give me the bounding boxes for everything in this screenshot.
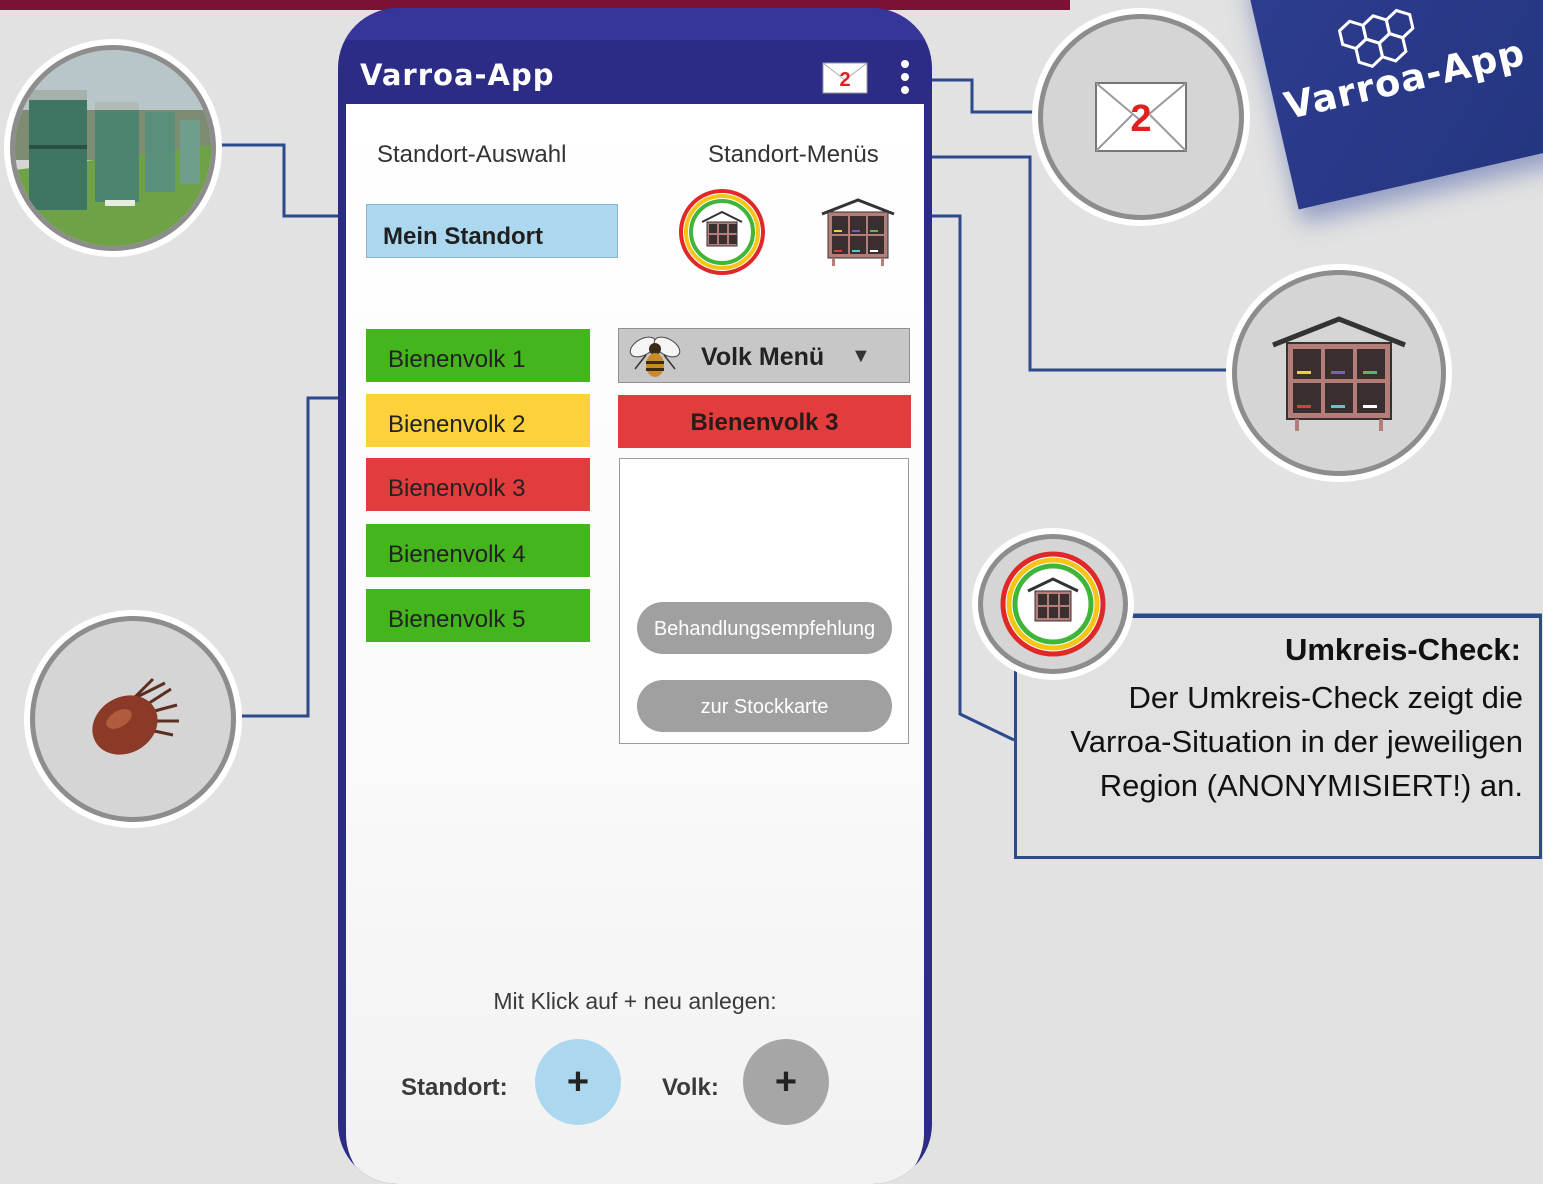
volk-menu-label: Volk Menü bbox=[701, 343, 825, 371]
callout-text: Der Umkreis-Check zeigt die Varroa-Situa… bbox=[1070, 680, 1523, 803]
add-volk-button[interactable]: + bbox=[743, 1039, 829, 1125]
umkreis-check-button[interactable] bbox=[678, 188, 766, 276]
add-hint-text: Mit Klick auf + neu anlegen: bbox=[493, 988, 777, 1014]
umkreis-circle bbox=[978, 534, 1128, 674]
add-standort-button[interactable]: + bbox=[535, 1039, 621, 1125]
add-standort-label: Standort: bbox=[401, 1074, 508, 1101]
status-strip bbox=[338, 8, 932, 40]
chevron-down-icon: ▼ bbox=[851, 345, 871, 367]
colony-item-1[interactable]: Bienenvolk 1 bbox=[366, 329, 590, 382]
colony-item-2[interactable]: Bienenvolk 2 bbox=[366, 394, 590, 447]
standort-select[interactable]: Mein Standort bbox=[366, 204, 618, 258]
umkreis-check-icon bbox=[1000, 551, 1106, 657]
varroa-mite-icon bbox=[92, 677, 179, 755]
colony-item-5[interactable]: Bienenvolk 5 bbox=[366, 589, 590, 642]
colony-item-3[interactable]: Bienenvolk 3 bbox=[366, 458, 590, 511]
kebab-menu-icon[interactable] bbox=[898, 58, 912, 98]
behandlungsempfehlung-button[interactable]: Behandlungsempfehlung bbox=[637, 602, 892, 654]
mail-circle: 2 bbox=[1038, 14, 1244, 220]
mail-badge: 2 bbox=[839, 69, 850, 91]
bee-hive-icon bbox=[1272, 316, 1406, 431]
varroa-mite-circle bbox=[30, 616, 236, 822]
selected-colony-header: Bienenvolk 3 bbox=[618, 395, 911, 448]
apiary-photo bbox=[10, 45, 216, 251]
app-title: Varroa-App bbox=[360, 58, 555, 92]
stockkarte-button[interactable]: zur Stockkarte bbox=[637, 680, 892, 732]
add-volk-label: Volk: bbox=[662, 1074, 719, 1101]
mail-button[interactable]: 2 bbox=[822, 62, 868, 94]
bee-icon bbox=[629, 336, 681, 377]
hive-menu-button[interactable] bbox=[820, 198, 896, 268]
hive-circle bbox=[1232, 270, 1446, 476]
volk-menu-dropdown[interactable]: Volk Menü ▼ bbox=[618, 328, 910, 383]
callout-title: Umkreis-Check: bbox=[1284, 632, 1521, 667]
mail-count-badge: 2 bbox=[1130, 98, 1151, 140]
envelope-icon: 2 bbox=[1095, 82, 1187, 152]
standort-menus-label: Standort-Menüs bbox=[708, 141, 879, 168]
standort-auswahl-label: Standort-Auswahl bbox=[377, 141, 567, 168]
colony-item-4[interactable]: Bienenvolk 4 bbox=[366, 524, 590, 577]
